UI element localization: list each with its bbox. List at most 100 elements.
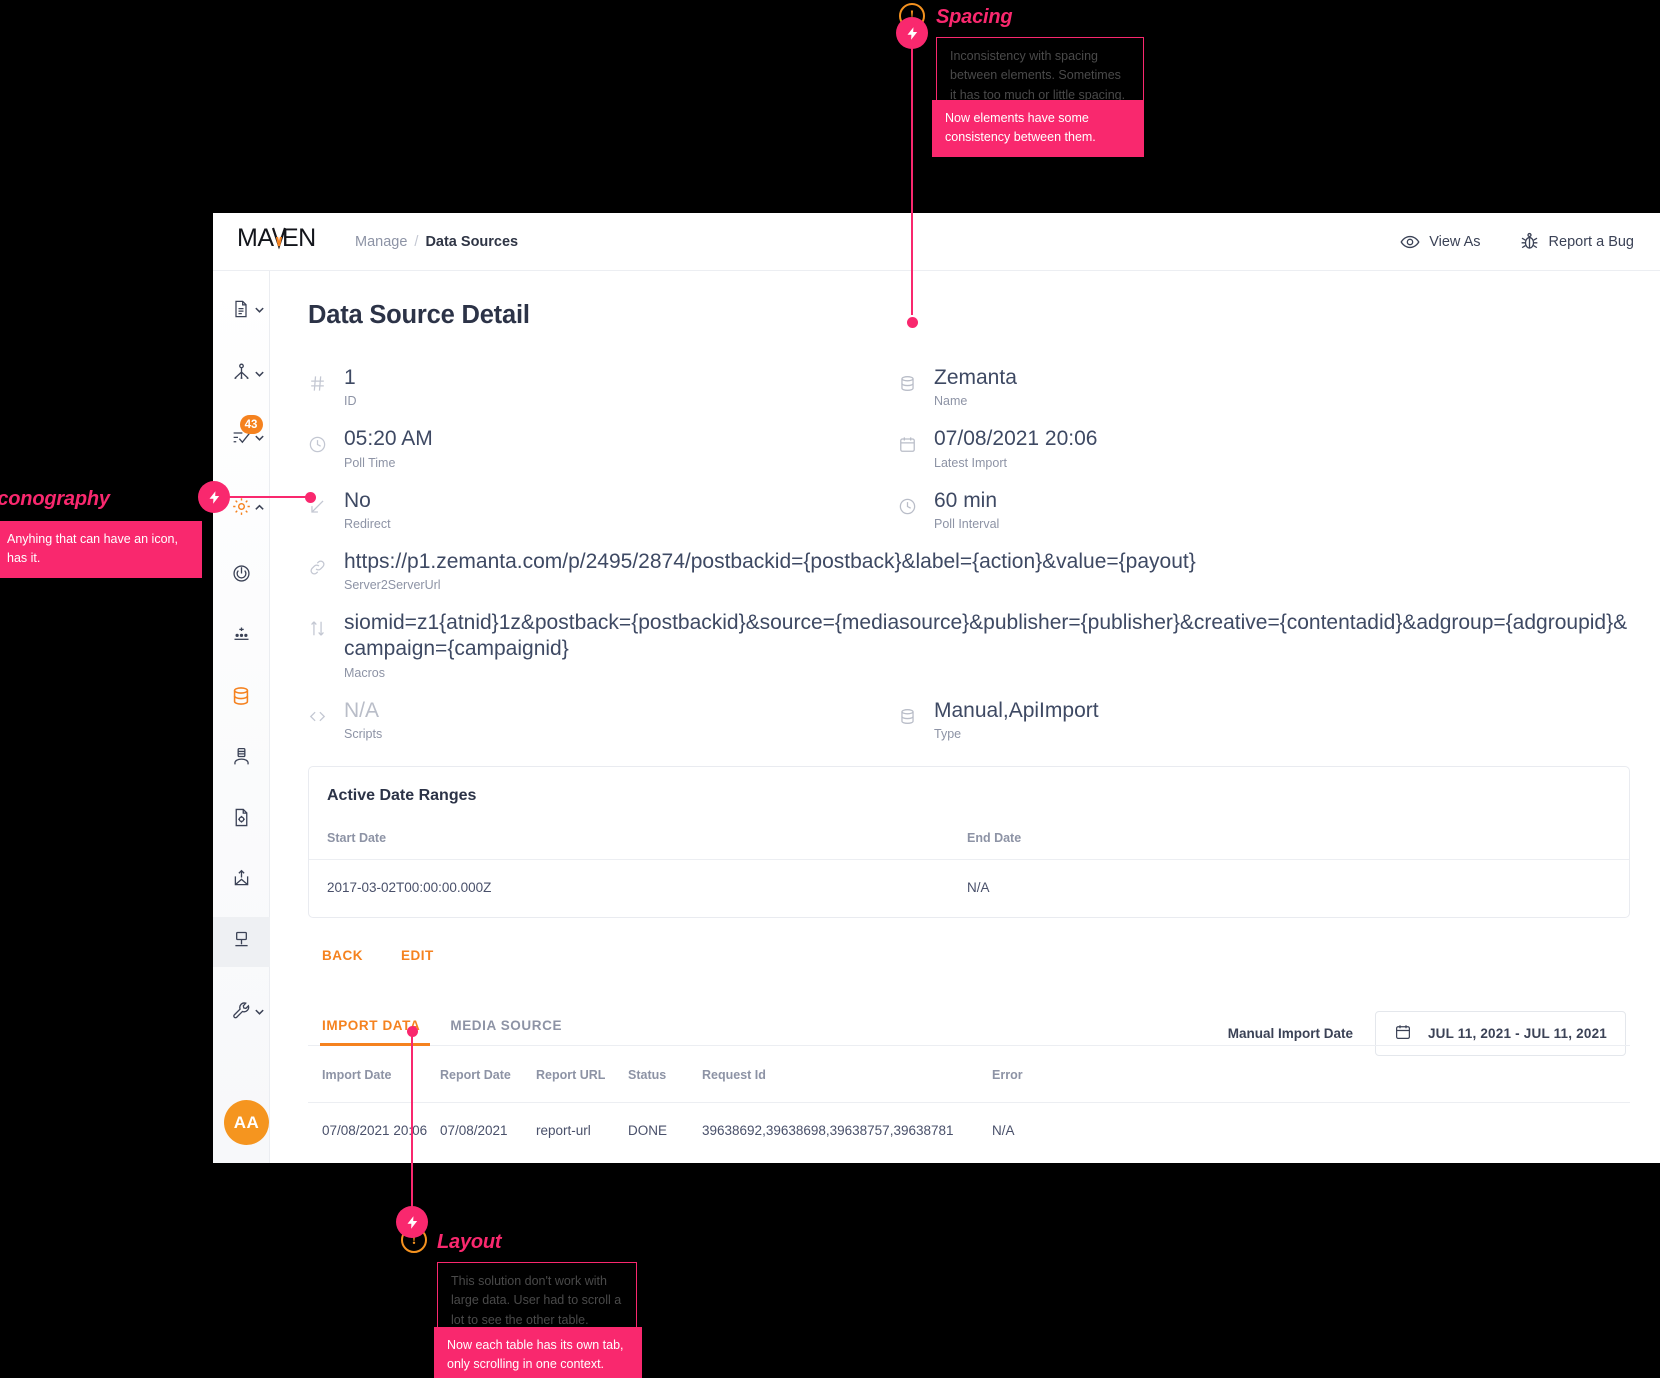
maven-logo[interactable]: MA EN <box>237 224 319 258</box>
cell-start-date: 2017-03-02T00:00:00.000Z <box>327 879 492 895</box>
annotation-title: Layout <box>437 1231 502 1253</box>
field-poll-interval-value: 60 min <box>934 488 998 512</box>
active-date-ranges-card: Active Date Ranges Start Date End Date 2… <box>308 765 1630 918</box>
sidebar-item-users[interactable] <box>213 734 270 784</box>
network-share-icon <box>231 362 252 388</box>
field-scripts-label: Scripts <box>344 726 383 741</box>
calendar-icon <box>898 426 918 459</box>
sidebar-item-documents[interactable] <box>213 285 270 337</box>
annotation-leader-line <box>216 496 314 498</box>
wrench-icon <box>231 1000 252 1026</box>
app-window: MA EN Manage / Data Sources View As Repo… <box>213 213 1660 1163</box>
chevron-up-icon <box>254 500 265 518</box>
field-redirect: No Redirect <box>308 479 898 540</box>
svg-text:MA: MA <box>237 225 274 251</box>
sidebar-item-network[interactable] <box>213 349 270 401</box>
clock-icon <box>898 488 918 521</box>
link-icon <box>308 549 328 582</box>
cell-report-date: 07/08/2021 <box>440 1122 508 1138</box>
eye-icon <box>1400 232 1420 252</box>
main-content: Data Source Detail 1 ID Zemanta Name 05:… <box>270 271 1660 1163</box>
sidebar-item-data-sources[interactable] <box>213 673 270 723</box>
sidebar-item-tools[interactable] <box>213 987 270 1039</box>
annotation-title: Spacing <box>936 6 1013 28</box>
table-row[interactable]: 2017-03-02T00:00:00.000Z N/A <box>309 859 1629 917</box>
table-header-row: Start Date End Date <box>309 820 1629 860</box>
breadcrumb-separator: / <box>414 233 419 250</box>
document-gear-icon <box>231 807 252 833</box>
breadcrumb-current: Data Sources <box>425 233 519 250</box>
annotation-endpoint-dot <box>407 1026 418 1037</box>
chevron-down-icon <box>254 1004 265 1022</box>
col-import-date: Import Date <box>308 1045 440 1103</box>
chevron-down-icon <box>254 302 265 320</box>
table-row[interactable]: 07/08/2021 20:06 07/08/2021 report-url D… <box>308 1102 1630 1158</box>
breadcrumb: Manage / Data Sources <box>355 234 518 250</box>
field-poll-time-value: 05:20 AM <box>344 427 433 451</box>
col-start-date: Start Date <box>309 820 949 860</box>
field-name-label: Name <box>934 394 968 409</box>
annotation-new-note: Anyhing that can have an icon, has it. <box>0 521 202 578</box>
hash-icon <box>308 365 328 398</box>
top-bar: MA EN Manage / Data Sources View As Repo… <box>213 213 1660 271</box>
cell-report-url: report-url <box>536 1122 591 1138</box>
field-scripts: N/A Scripts <box>308 689 898 750</box>
sidebar-item-deploy[interactable] <box>213 917 270 967</box>
annotation-title: Iconography <box>0 488 110 510</box>
maven-logo-mark: MA EN <box>237 224 316 252</box>
field-latest-import-label: Latest Import <box>934 455 1007 470</box>
field-poll-interval-label: Poll Interval <box>934 516 1000 531</box>
sidebar-item-reports[interactable] <box>213 795 270 845</box>
app-body: 43 AA Data Source Detail 1 ID Zemanta Na… <box>213 271 1660 1163</box>
edit-button[interactable]: EDIT <box>401 948 434 963</box>
screenshot-root: MA EN Manage / Data Sources View As Repo… <box>0 0 1660 1378</box>
field-latest-import-value: 07/08/2021 20:06 <box>934 427 1098 451</box>
tab-media-source[interactable]: MEDIA SOURCE <box>436 1018 578 1045</box>
breadcrumb-parent[interactable]: Manage <box>355 234 407 250</box>
top-bar-actions: View As Report a Bug <box>1400 231 1634 252</box>
view-as-label: View As <box>1429 233 1481 250</box>
sidebar-item-tasks[interactable]: 43 <box>213 413 270 465</box>
database-icon <box>230 685 252 712</box>
field-redirect-label: Redirect <box>344 516 391 531</box>
chevron-down-icon <box>254 366 265 384</box>
cell-status: DONE <box>628 1122 668 1138</box>
detail-field-grid: 1 ID Zemanta Name 05:20 AM Poll Time 07/… <box>308 356 1630 750</box>
col-report-url: Report URL <box>536 1045 628 1103</box>
field-server2serverurl-value[interactable]: https://p1.zemanta.com/p/2495/2874/postb… <box>344 549 1196 575</box>
page-title: Data Source Detail <box>308 301 530 329</box>
upload-envelope-icon <box>231 868 252 894</box>
field-poll-interval: 60 min Poll Interval <box>898 479 1630 540</box>
lightning-bolt-icon <box>396 1206 428 1238</box>
field-type-value: Manual,ApiImport <box>934 698 1099 722</box>
import-data-table: Import Date Report Date Report URL Statu… <box>308 1045 1630 1158</box>
sidebar-item-uploads[interactable] <box>213 856 270 906</box>
svg-text:EN: EN <box>282 225 316 251</box>
avatar[interactable]: AA <box>224 1100 269 1145</box>
field-id-value: 1 <box>344 366 356 389</box>
cell-import-date: 07/08/2021 20:06 <box>322 1122 428 1138</box>
view-as-button[interactable]: View As <box>1400 232 1481 252</box>
user-server-icon <box>231 746 252 772</box>
document-icon <box>231 299 251 324</box>
sitemap-icon <box>231 929 252 955</box>
col-end-date: End Date <box>949 820 1629 860</box>
report-a-bug-button[interactable]: Report a Bug <box>1519 231 1634 252</box>
tab-bar: IMPORT DATA MEDIA SOURCE <box>308 1018 1630 1046</box>
field-redirect-value: No <box>344 488 371 512</box>
cell-error: N/A <box>992 1122 1015 1138</box>
field-id-label: ID <box>344 394 357 409</box>
power-target-icon <box>231 563 252 589</box>
gear-icon <box>231 496 252 522</box>
field-name-value: Zemanta <box>934 366 1017 389</box>
back-button[interactable]: BACK <box>322 948 363 963</box>
field-latest-import: 07/08/2021 20:06 Latest Import <box>898 417 1630 478</box>
sidebar-item-analytics[interactable] <box>213 612 270 662</box>
sidebar-badge-count: 43 <box>239 415 263 434</box>
field-name: Zemanta Name <box>898 356 1630 417</box>
clock-icon <box>308 426 328 459</box>
annotation-leader-line <box>411 1030 413 1210</box>
sidebar-item-power[interactable] <box>213 551 270 601</box>
lightning-bolt-icon <box>896 17 928 49</box>
database-icon <box>898 698 918 731</box>
